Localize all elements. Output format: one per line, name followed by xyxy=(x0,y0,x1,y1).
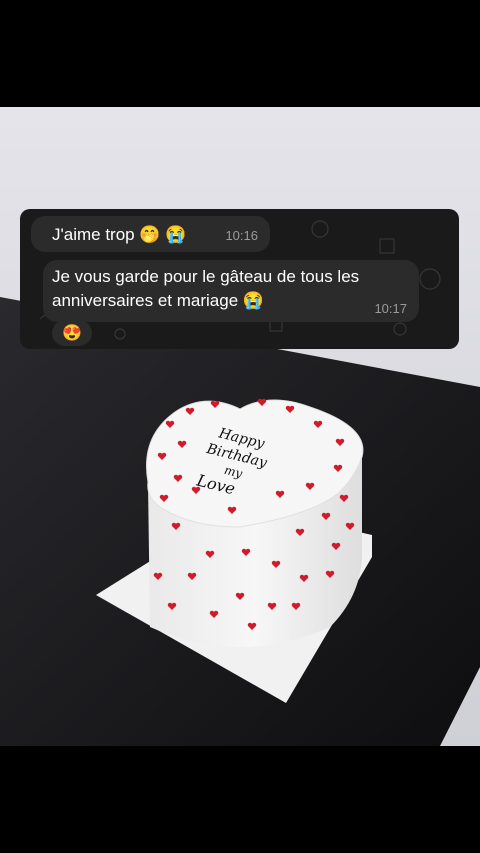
cake-photo: Happy Birthday my Love xyxy=(0,107,480,746)
message-text: J'aime trop 🤭 😭 xyxy=(52,225,187,244)
message-text: Je vous garde pour le gâteau de tous les… xyxy=(52,267,360,310)
cake-scene: Happy Birthday my Love xyxy=(0,107,480,746)
message-time: 10:17 xyxy=(374,301,407,316)
message-time: 10:16 xyxy=(225,228,258,243)
message-bubble: J'aime trop 🤭 😭 10:16 xyxy=(31,216,270,252)
message-bubble: Je vous garde pour le gâteau de tous les… xyxy=(43,260,419,322)
reaction-badge: 😍 xyxy=(52,320,92,346)
